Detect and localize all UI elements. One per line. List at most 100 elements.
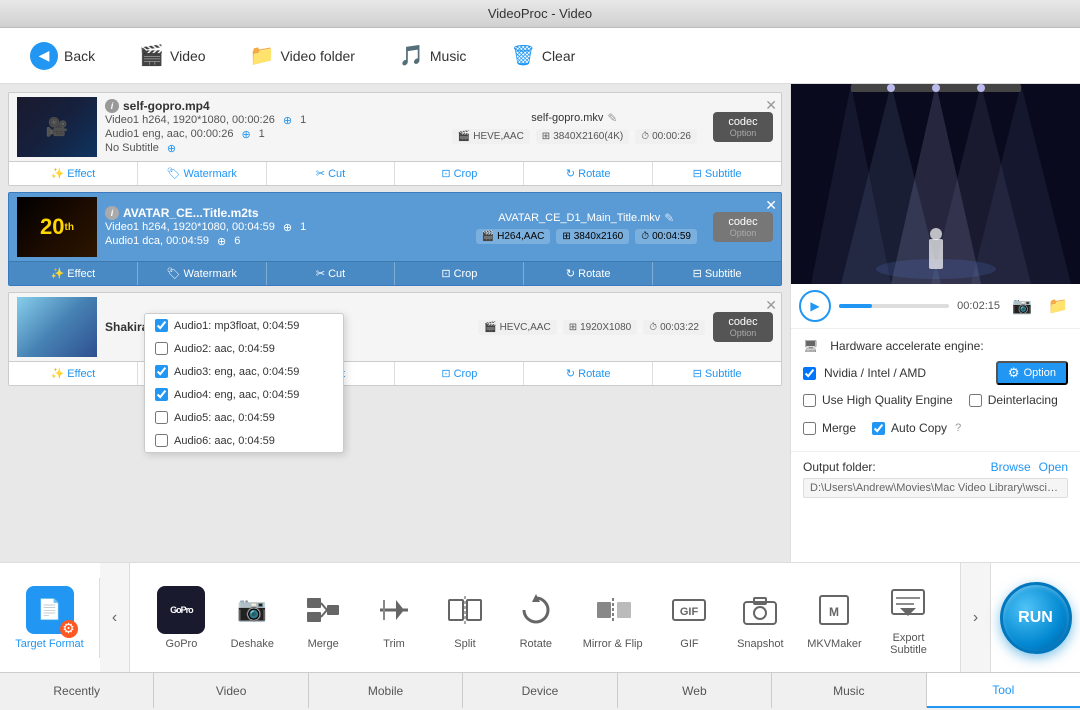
tool-deshake[interactable]: 📷 Deshake [220, 582, 284, 654]
rotate-button-avatar[interactable]: ↻ Rotate [524, 262, 653, 285]
effect-button-gopro[interactable]: ✨ Effect [9, 162, 138, 185]
gif-icon: GIF [671, 592, 707, 628]
rotate-icon [518, 592, 554, 628]
watermark-icon-avatar: 🏷 [167, 267, 181, 280]
tool-merge[interactable]: Merge [291, 582, 355, 654]
tab-tool[interactable]: Tool [927, 673, 1080, 708]
audio-dropdown-item-6[interactable]: Audio6: aac, 0:04:59 [145, 429, 343, 452]
trash-icon: 🗑 [510, 43, 535, 68]
tool-rotate[interactable]: Rotate [504, 582, 568, 654]
progress-bar[interactable] [839, 304, 949, 308]
codec-button-avatar[interactable]: codec Option [713, 212, 773, 242]
trim-icon [376, 592, 412, 628]
audio-checkbox-4[interactable] [155, 388, 168, 401]
back-icon: ◀ [30, 42, 58, 70]
subtitle-button-avatar[interactable]: ⊟ Subtitle [653, 262, 781, 285]
crop-button-avatar[interactable]: ⊡ Crop [395, 262, 524, 285]
tab-music[interactable]: Music [772, 673, 926, 708]
deinterlacing-checkbox[interactable] [969, 394, 982, 407]
effect-button-shakira[interactable]: ✨ Effect [9, 362, 138, 385]
audio-dropdown-item-5[interactable]: Audio5: aac, 0:04:59 [145, 406, 343, 429]
video-button[interactable]: 🎬 Video [125, 37, 219, 74]
info-icon-avatar: i [105, 206, 119, 220]
preview-folder-button[interactable]: 📁 [1044, 292, 1072, 320]
crop-button-shakira[interactable]: ⊡ Crop [395, 362, 524, 385]
video-select-gopro[interactable]: ⊕ [283, 114, 292, 127]
audio-select-val-avatar: 6 [234, 235, 240, 247]
audio-dropdown-item-1[interactable]: Audio1: mp3float, 0:04:59 [145, 314, 343, 337]
close-button-gopro[interactable]: ✕ [765, 97, 777, 114]
scroll-right-button[interactable]: › [960, 563, 990, 672]
close-button-avatar[interactable]: ✕ [765, 197, 777, 214]
tool-mirror-flip[interactable]: Mirror & Flip [575, 582, 651, 654]
audio-dropdown-item-2[interactable]: Audio2: aac, 0:04:59 [145, 337, 343, 360]
output-res-badge-avatar: ⊞ 3840x2160 [556, 229, 629, 244]
music-button[interactable]: 🎵 Music [385, 37, 480, 74]
tool-gopro[interactable]: GoPro GoPro [149, 582, 213, 654]
back-button[interactable]: ◀ Back [16, 36, 109, 76]
tool-mkvmaker[interactable]: M MKVMaker [799, 582, 869, 654]
tool-gif[interactable]: GIF GIF [657, 582, 721, 654]
target-format[interactable]: 📄 Target Format [0, 578, 100, 658]
clear-button[interactable]: 🗑 Clear [496, 37, 589, 74]
gopro-icon: GoPro [157, 586, 205, 634]
audio-dropdown-item-3[interactable]: Audio3: eng, aac, 0:04:59 [145, 360, 343, 383]
tab-web[interactable]: Web [618, 673, 772, 708]
video-folder-button[interactable]: 📁 Video folder [236, 37, 369, 74]
audio-select-gopro[interactable]: ⊕ [241, 128, 250, 141]
play-button[interactable]: ▶ [799, 290, 831, 322]
subtitle-button-shakira[interactable]: ⊟ Subtitle [653, 362, 781, 385]
codec-button-gopro[interactable]: codec Option [713, 112, 773, 142]
watermark-button-avatar[interactable]: 🏷 Watermark [138, 262, 267, 285]
video-select-avatar[interactable]: ⊕ [283, 221, 292, 234]
audio-checkbox-2[interactable] [155, 342, 168, 355]
audio-select-avatar[interactable]: ⊕ [217, 235, 226, 248]
codec-button-shakira[interactable]: codec Option [713, 312, 773, 342]
effect-icon-shakira: ✨ [51, 367, 65, 380]
tab-recently[interactable]: Recently [0, 673, 154, 708]
snapshot-button[interactable]: 📷 [1008, 292, 1036, 320]
target-format-icon: 📄 [26, 586, 74, 634]
audio-label-3: Audio3: eng, aac, 0:04:59 [174, 366, 299, 378]
cut-button-avatar[interactable]: ✂ Cut [267, 262, 396, 285]
auto-copy-help[interactable]: ? [955, 422, 961, 434]
audio-checkbox-3[interactable] [155, 365, 168, 378]
scroll-left-button[interactable]: ‹ [100, 563, 130, 672]
audio-checkbox-1[interactable] [155, 319, 168, 332]
tool-trim[interactable]: Trim [362, 582, 426, 654]
rotate-button-gopro[interactable]: ↻ Rotate [524, 162, 653, 185]
open-button[interactable]: Open [1039, 460, 1068, 474]
video-item-shakira: Shakira-Try Everyt..(official Video).mp4… [8, 292, 782, 386]
watermark-button-gopro[interactable]: 🏷 Watermark [138, 162, 267, 185]
subtitle-select-gopro[interactable]: ⊕ [167, 142, 176, 155]
hw-label: Hardware accelerate engine: [830, 339, 983, 353]
run-button[interactable]: RUN [1000, 582, 1072, 654]
video-preview [791, 84, 1080, 284]
edit-icon-avatar[interactable]: ✎ [664, 211, 674, 225]
option-button[interactable]: ⚙ Option [996, 361, 1068, 385]
audio-checkbox-5[interactable] [155, 411, 168, 424]
crop-button-gopro[interactable]: ⊡ Crop [395, 162, 524, 185]
effect-button-avatar[interactable]: ✨ Effect [9, 262, 138, 285]
tab-device[interactable]: Device [463, 673, 617, 708]
edit-icon-gopro[interactable]: ✎ [607, 111, 617, 125]
cut-button-gopro[interactable]: ✂ Cut [267, 162, 396, 185]
browse-button[interactable]: Browse [991, 460, 1031, 474]
subtitle-button-gopro[interactable]: ⊟ Subtitle [653, 162, 781, 185]
auto-copy-checkbox[interactable] [872, 422, 885, 435]
audio-dropdown-item-4[interactable]: Audio4: eng, aac, 0:04:59 [145, 383, 343, 406]
watermark-icon: 🏷 [167, 167, 181, 180]
action-bar-gopro: ✨ Effect 🏷 Watermark ✂ Cut ⊡ Crop [9, 161, 781, 185]
tool-export-subtitle[interactable]: ExportSubtitle [876, 576, 940, 660]
merge-checkbox[interactable] [803, 422, 816, 435]
tab-video[interactable]: Video [154, 673, 308, 708]
tab-mobile[interactable]: Mobile [309, 673, 463, 708]
tool-snapshot[interactable]: Snapshot [728, 582, 792, 654]
nvidia-checkbox[interactable] [803, 367, 816, 380]
tool-split[interactable]: Split [433, 582, 497, 654]
high-quality-checkbox[interactable] [803, 394, 816, 407]
audio-checkbox-6[interactable] [155, 434, 168, 447]
rotate-button-shakira[interactable]: ↻ Rotate [524, 362, 653, 385]
close-button-shakira[interactable]: ✕ [765, 297, 777, 314]
progress-fill [839, 304, 872, 308]
